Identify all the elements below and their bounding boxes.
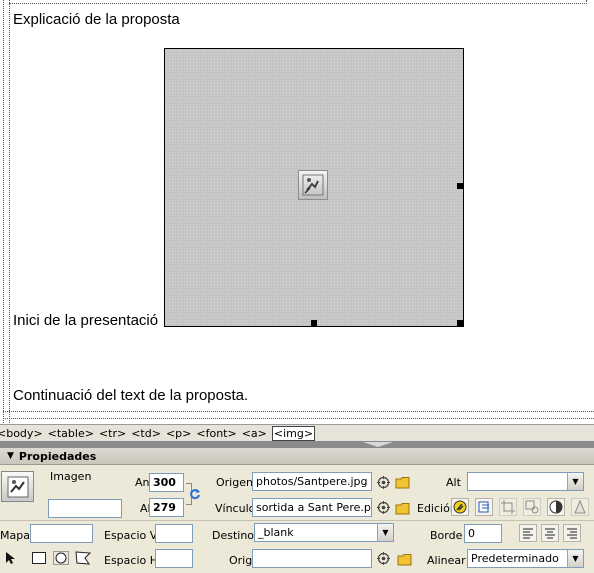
properties-separator (0, 520, 594, 521)
link-label: Vínculo (215, 502, 256, 515)
cell-border-left (9, 0, 10, 425)
expand-triangle-icon[interactable]: ▼ (7, 451, 14, 461)
table-border-left (3, 0, 4, 425)
image-type-label: Imagen (50, 470, 92, 483)
design-view[interactable]: Explicació de la proposta Inici de la pr… (0, 0, 594, 425)
resample-icon[interactable] (523, 498, 541, 516)
edit-image-app-icon[interactable] (451, 498, 469, 516)
height-field[interactable]: 279 (149, 498, 184, 517)
alt-dropdown-icon[interactable]: ▼ (567, 473, 583, 490)
tag-p[interactable]: <p> (166, 427, 191, 440)
panel-splitter[interactable] (0, 441, 594, 448)
polygon-hotspot-icon[interactable] (74, 549, 92, 567)
lowsrc-label: Orig (229, 554, 253, 567)
border-field[interactable]: 0 (464, 524, 502, 543)
brightness-contrast-icon[interactable] (547, 498, 565, 516)
circle-hotspot-icon[interactable] (52, 549, 70, 567)
point-to-file-src-icon[interactable] (374, 473, 392, 491)
tag-img-selected[interactable]: <img> (271, 425, 316, 441)
cell-border-top (9, 3, 587, 4)
tag-tr[interactable]: <tr> (99, 427, 126, 440)
align-left-icon[interactable] (519, 524, 537, 542)
target-dropdown-icon[interactable]: ▼ (377, 524, 393, 541)
map-field[interactable] (30, 524, 93, 543)
tag-body[interactable]: <body> (0, 427, 43, 440)
align-right-icon[interactable] (563, 524, 581, 542)
table-border-bottom (3, 418, 594, 419)
align-dropdown-icon[interactable]: ▼ (567, 550, 583, 567)
width-label: An (135, 476, 150, 489)
target-label: Destino (212, 529, 255, 542)
target-value: _blank (258, 526, 294, 539)
tag-a[interactable]: <a> (242, 427, 267, 440)
align-value: Predeterminado (471, 552, 559, 565)
target-select[interactable]: _blank ▼ (254, 523, 394, 542)
reset-size-icon[interactable] (188, 487, 202, 501)
hspace-field[interactable] (155, 549, 193, 568)
width-field[interactable]: 300 (149, 473, 184, 492)
paragraph-heading[interactable]: Explicació de la proposta (13, 11, 180, 28)
sharpen-icon[interactable] (571, 498, 589, 516)
link-field[interactable]: sortida a Sant Pere.pps (252, 498, 372, 517)
vspace-field[interactable] (155, 524, 193, 543)
point-to-file-link-icon[interactable] (374, 498, 392, 516)
lowsrc-field[interactable] (252, 549, 372, 568)
align-center-icon[interactable] (541, 524, 559, 542)
pointer-hotspot-icon[interactable] (1, 549, 19, 567)
align-label: Alinear (427, 554, 466, 567)
browse-folder-src-icon[interactable] (394, 473, 412, 491)
alt-select[interactable]: ▼ (467, 472, 584, 491)
src-label: Origen (216, 476, 253, 489)
resize-handle-right[interactable] (457, 183, 463, 189)
broken-image-icon (298, 170, 328, 200)
resize-handle-bottom[interactable] (311, 320, 317, 326)
paragraph-inline-text[interactable]: Inici de la presentació (13, 312, 158, 329)
src-field[interactable]: photos/Santpere.jpg (252, 472, 372, 491)
crop-icon[interactable] (499, 498, 517, 516)
optimize-image-icon[interactable] (475, 498, 493, 516)
align-select[interactable]: Predeterminado ▼ (467, 549, 584, 568)
tag-table[interactable]: <table> (48, 427, 94, 440)
browse-folder-link-icon[interactable] (394, 499, 412, 517)
tag-selector-bar: <body> <table> <tr> <td> <p> <font> <a> … (0, 424, 594, 441)
vspace-label: Espacio V (104, 529, 158, 542)
border-label: Borde (430, 529, 463, 542)
point-to-file-lowsrc-icon[interactable] (374, 549, 392, 567)
tag-td[interactable]: <td> (131, 427, 161, 440)
collapse-arrow-icon[interactable] (363, 442, 393, 447)
rectangle-hotspot-icon[interactable] (30, 549, 48, 567)
alt-label: Alt (446, 476, 461, 489)
image-name-field[interactable] (48, 499, 122, 518)
resize-handle-corner[interactable] (457, 320, 463, 326)
image-type-icon (1, 471, 34, 502)
paragraph-continuation[interactable]: Continuació del text de la proposta. (13, 387, 248, 404)
hspace-label: Espacio H (104, 554, 159, 567)
properties-header[interactable]: ▼ Propiedades (0, 448, 594, 465)
cell-border-bottom (3, 411, 594, 412)
properties-title: Propiedades (18, 449, 97, 463)
tag-font[interactable]: <font> (196, 427, 236, 440)
browse-folder-lowsrc-icon[interactable] (396, 550, 414, 568)
properties-panel: Imagen An 300 Al 279 Origen photos/Santp… (0, 465, 594, 573)
map-label: Mapa (0, 529, 30, 542)
